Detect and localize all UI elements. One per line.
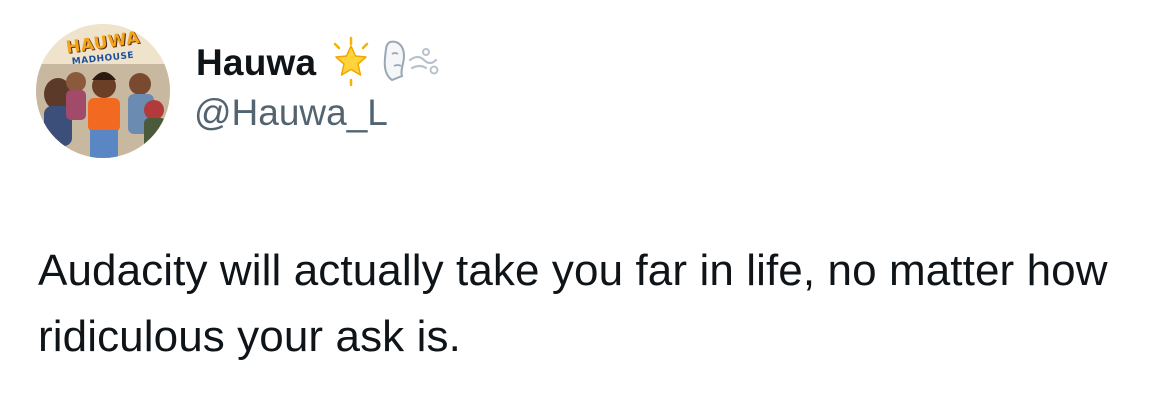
tweet-text: Audacity will actually take you far in l… xyxy=(38,246,1108,361)
avatar[interactable]: HAUWA MADHOUSE xyxy=(36,24,170,158)
author-display-name[interactable]: Hauwa xyxy=(196,42,316,84)
glowing-star-icon xyxy=(326,36,376,91)
tweet-card: HAUWA MADHOUSE Hauwa @Hauwa_L Audacity w… xyxy=(0,0,1170,413)
face-exhaling-icon xyxy=(380,36,444,91)
author-handle[interactable]: @Hauwa_L xyxy=(194,92,388,134)
author-name-row: Hauwa xyxy=(196,36,444,91)
